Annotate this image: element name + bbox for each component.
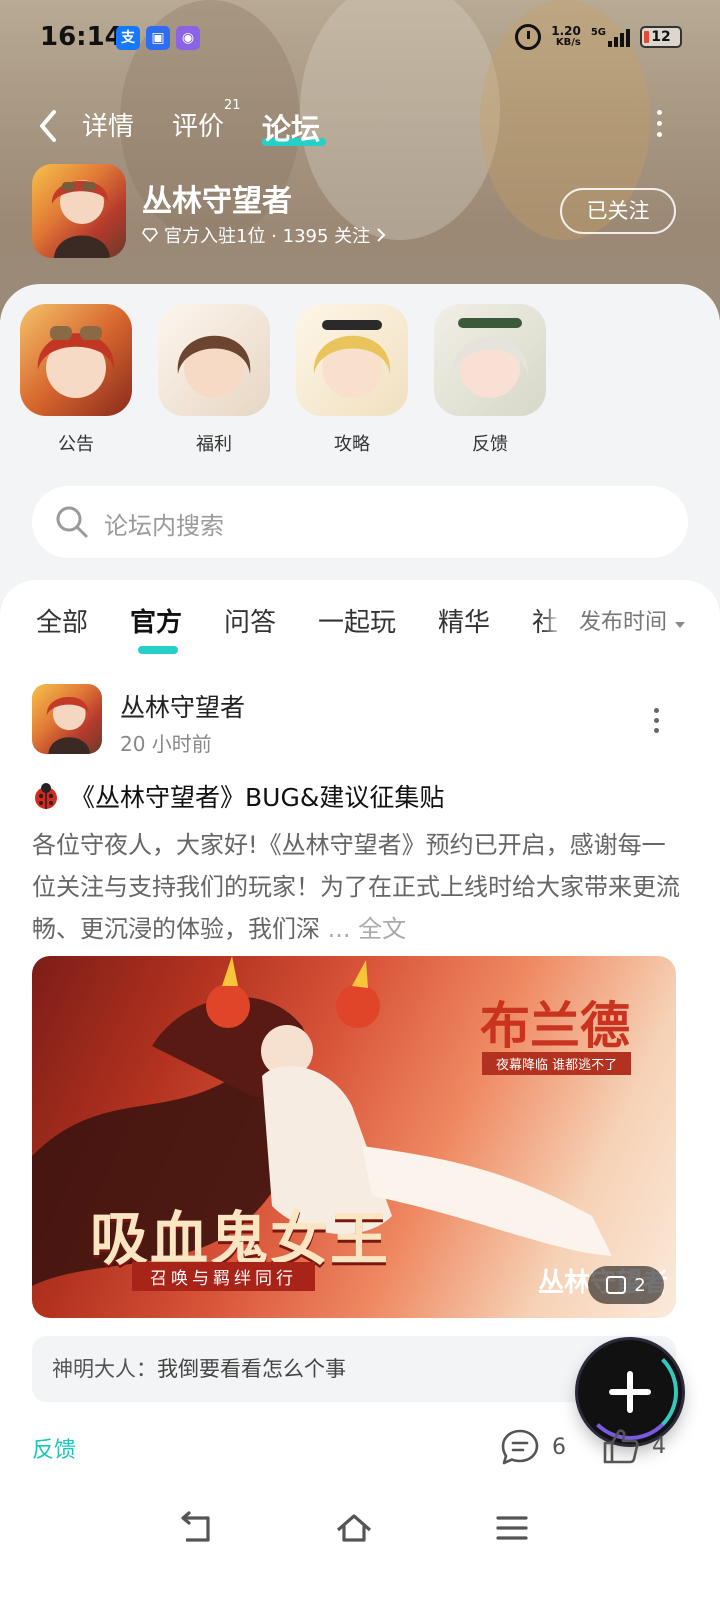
- filter-tab-indicator: [138, 646, 178, 654]
- diamond-icon: [142, 228, 158, 243]
- battery-icon: 12: [640, 26, 682, 48]
- thumbs-up-icon: [603, 1429, 639, 1464]
- net-speed: 1.20 KB/s: [551, 25, 581, 49]
- ladybug-icon: [35, 783, 57, 809]
- category-row: 公告 福利 攻略 反馈: [20, 304, 546, 456]
- search-icon: [56, 506, 88, 538]
- app-info: 丛林守望者 官方入驻1位 · 1395 关注 已关注: [32, 164, 692, 260]
- filter-tab-play-together[interactable]: 一起玩: [318, 602, 396, 639]
- banner-hero-tag: 夜幕降临 谁都逃不了: [482, 1052, 632, 1075]
- author-name[interactable]: 丛林守望者: [120, 688, 245, 724]
- back-nav-icon[interactable]: [176, 1508, 216, 1548]
- post-footer: 反馈 6 4: [32, 1428, 688, 1468]
- back-arrow-icon[interactable]: [36, 108, 60, 144]
- net-speed-value: 1.20: [551, 24, 581, 38]
- filter-tab-featured[interactable]: 精华: [438, 602, 490, 639]
- chevron-right-icon: [377, 228, 386, 242]
- app-icon-image[interactable]: [32, 164, 126, 258]
- banner-subtitle: 召唤与羁绊同行: [132, 1262, 315, 1291]
- status-bar: 16:14 支 ▣ ◉ 1.20 KB/s 5G 12: [0, 0, 720, 76]
- post-more-icon[interactable]: [654, 708, 660, 734]
- post-body[interactable]: 各位守夜人，大家好!《丛林守望者》预约已开启，感谢每一位关注与支持我们的玩家！为…: [32, 824, 688, 950]
- status-time: 16:14: [40, 22, 123, 52]
- comment-user: 神明大人：: [52, 1357, 157, 1381]
- read-more-link[interactable]: ... 全文: [328, 915, 407, 943]
- author-avatar[interactable]: [32, 684, 102, 754]
- sort-label: 发布时间: [578, 610, 667, 635]
- tab-reviews[interactable]: 评价: [172, 106, 224, 143]
- benefits-avatar: [158, 304, 270, 416]
- filter-tabs: 全部 官方 问答 一起玩 精华 社 发布时间: [36, 602, 686, 662]
- tab-details[interactable]: 详情: [82, 106, 134, 143]
- filter-tab-qa[interactable]: 问答: [224, 602, 276, 639]
- app-icon: ◉: [176, 26, 200, 50]
- category-label: 公告: [58, 434, 94, 455]
- guides-avatar: [296, 304, 408, 416]
- filter-tab-more[interactable]: 社: [532, 602, 558, 639]
- post-image[interactable]: 布兰德 夜幕降临 谁都逃不了 吸血鬼女王 召唤与羁绊同行 丛林守望者 2: [32, 956, 676, 1318]
- system-nav-bar: [0, 1486, 720, 1600]
- comment-count: 6: [552, 1434, 566, 1460]
- reviews-count-badge: 21: [224, 98, 241, 113]
- category-guides[interactable]: 攻略: [296, 304, 408, 456]
- post-time: 20 小时前: [120, 732, 212, 756]
- comment-button[interactable]: 6: [500, 1428, 566, 1466]
- comment-text: 我倒要看看怎么个事: [157, 1357, 346, 1381]
- post-tag[interactable]: 反馈: [32, 1432, 76, 1464]
- battery-level: 12: [651, 29, 671, 45]
- network-type: 5G: [591, 27, 630, 47]
- post-title-text: 《丛林守望者》BUG&建议征集贴: [70, 783, 445, 812]
- sort-dropdown[interactable]: 发布时间: [564, 604, 686, 636]
- comment-icon: [501, 1429, 539, 1465]
- image-count-badge[interactable]: 2: [588, 1266, 664, 1304]
- signal-icon: [608, 27, 630, 47]
- net-speed-unit: KB/s: [555, 37, 581, 48]
- like-button[interactable]: 4: [602, 1428, 666, 1464]
- tab-forum[interactable]: 论坛: [262, 106, 320, 148]
- filter-tab-official[interactable]: 官方: [130, 602, 182, 639]
- like-count: 4: [652, 1433, 666, 1459]
- announcement-avatar: [20, 304, 132, 416]
- header-background: 16:14 支 ▣ ◉ 1.20 KB/s 5G 12 详情 评价 21 论坛: [0, 0, 720, 320]
- app-meta-text: 官方入驻1位 · 1395 关注: [164, 226, 371, 247]
- category-label: 福利: [196, 434, 232, 455]
- follow-button[interactable]: 已关注: [560, 188, 676, 234]
- status-indicators: 1.20 KB/s 5G 12: [515, 24, 682, 50]
- menu-nav-icon[interactable]: [492, 1508, 532, 1548]
- category-feedback[interactable]: 反馈: [434, 304, 546, 456]
- app-meta[interactable]: 官方入驻1位 · 1395 关注: [142, 222, 386, 248]
- search-bar[interactable]: 论坛内搜索: [32, 486, 688, 558]
- alipay-icon: 支: [116, 26, 140, 50]
- feedback-avatar: [434, 304, 546, 416]
- top-nav: 详情 评价 21 论坛: [0, 96, 720, 156]
- alarm-icon: [515, 24, 542, 50]
- plus-icon: [609, 1371, 651, 1413]
- post-title[interactable]: 《丛林守望者》BUG&建议征集贴: [32, 778, 444, 814]
- category-announcement[interactable]: 公告: [20, 304, 132, 456]
- image-count: 2: [634, 1274, 646, 1296]
- home-nav-icon[interactable]: [334, 1508, 374, 1548]
- filter-tab-all[interactable]: 全部: [36, 602, 88, 639]
- app-name: 丛林守望者: [142, 184, 292, 219]
- more-options-icon[interactable]: [656, 110, 664, 140]
- search-input[interactable]: 论坛内搜索: [104, 506, 224, 541]
- banner-hero-name: 布兰德: [480, 996, 630, 1055]
- caret-down-icon: [675, 622, 685, 628]
- category-label: 攻略: [334, 434, 370, 455]
- category-benefits[interactable]: 福利: [158, 304, 270, 456]
- gallery-icon: [606, 1276, 627, 1294]
- category-label: 反馈: [472, 434, 508, 455]
- message-icon: ▣: [146, 26, 170, 50]
